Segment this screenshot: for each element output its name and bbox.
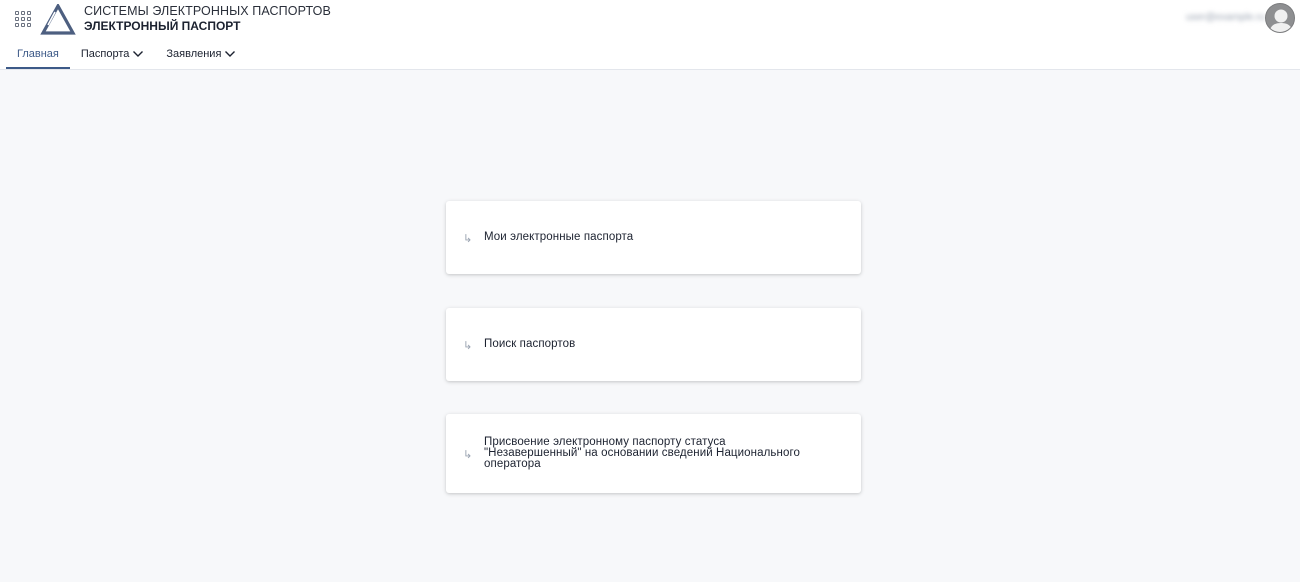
triangle-logo-icon[interactable] bbox=[40, 4, 76, 35]
user-avatar[interactable] bbox=[1265, 3, 1295, 33]
user-name[interactable]: user@example.ru bbox=[1186, 12, 1265, 24]
nav-tab-label: Заявления bbox=[166, 48, 222, 60]
main-nav: Главная Паспорта Заявления bbox=[6, 42, 247, 70]
arrow-return-icon: ↳ bbox=[463, 340, 473, 352]
nav-tab-label: Главная bbox=[17, 48, 59, 60]
nav-tab-label: Паспорта bbox=[80, 48, 130, 60]
chevron-down-icon bbox=[225, 51, 236, 57]
nav-tab-passports[interactable]: Паспорта bbox=[70, 42, 156, 69]
brand-line-system: СИСТЕМЫ ЭЛЕКТРОННЫХ ПАСПОРТОВ bbox=[84, 4, 331, 18]
card-label: Присвоение электронному паспорту статуса… bbox=[484, 436, 800, 470]
card-assign-incomplete-status[interactable]: ↳ Присвоение электронному паспорту стату… bbox=[446, 414, 861, 493]
nav-tab-applications[interactable]: Заявления bbox=[155, 42, 247, 69]
arrow-return-icon: ↳ bbox=[463, 449, 473, 461]
chevron-down-icon bbox=[133, 51, 144, 57]
card-label: Поиск паспортов bbox=[484, 338, 576, 350]
top-header: СИСТЕМЫ ЭЛЕКТРОННЫХ ПАСПОРТОВ ЭЛЕКТРОННЫ… bbox=[0, 0, 1300, 70]
nav-tab-home[interactable]: Главная bbox=[6, 42, 70, 69]
brand-title[interactable]: СИСТЕМЫ ЭЛЕКТРОННЫХ ПАСПОРТОВ ЭЛЕКТРОННЫ… bbox=[84, 4, 331, 33]
brand-line-product: ЭЛЕКТРОННЫЙ ПАСПОРТ bbox=[84, 19, 241, 33]
card-my-passports[interactable]: ↳ Мои электронные паспорта bbox=[446, 201, 861, 274]
card-search-passports[interactable]: ↳ Поиск паспортов bbox=[446, 308, 861, 381]
main-actions: ↳ Мои электронные паспорта ↳ Поиск паспо… bbox=[446, 201, 861, 493]
arrow-return-icon: ↳ bbox=[463, 233, 473, 245]
apps-grid-icon[interactable] bbox=[15, 11, 32, 27]
user-silhouette-icon bbox=[1269, 9, 1293, 32]
card-label: Мои электронные паспорта bbox=[484, 231, 634, 243]
